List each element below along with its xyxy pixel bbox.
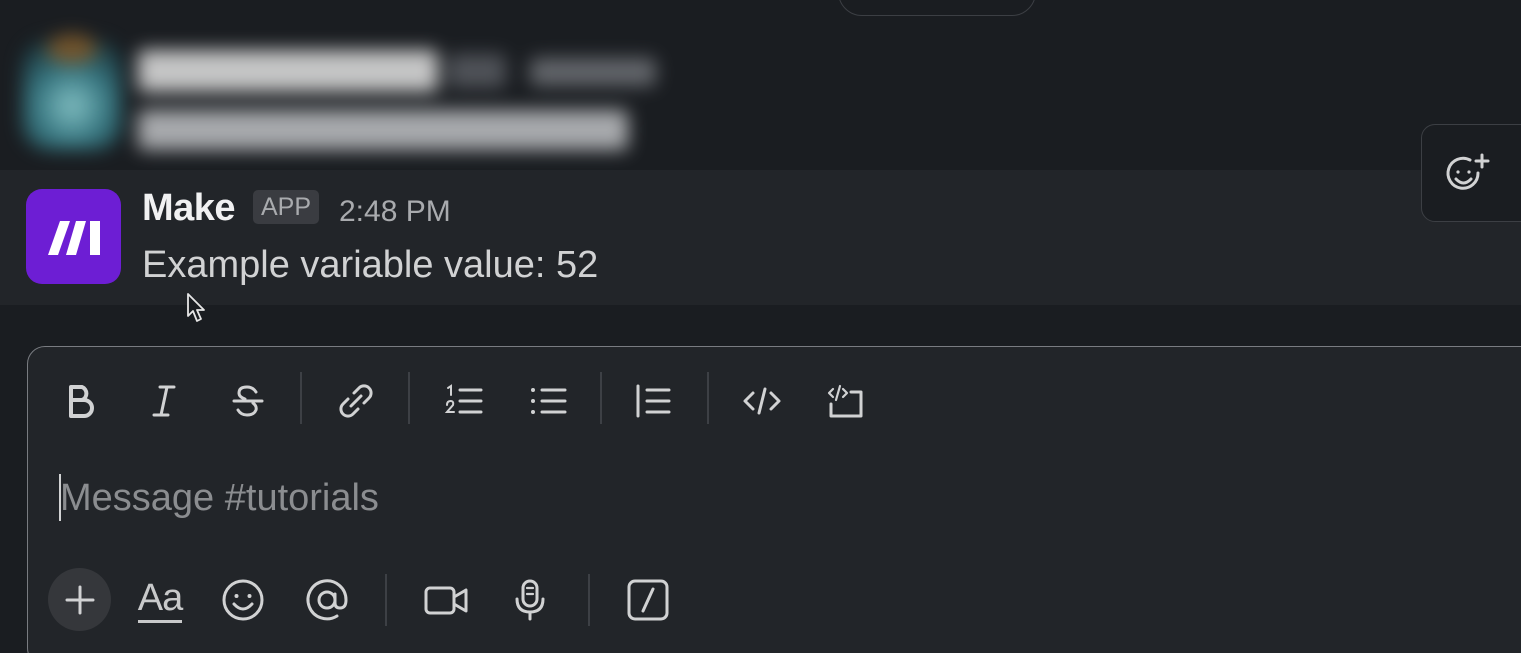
video-camera-icon [424,586,468,615]
video-clip-button[interactable] [416,570,476,630]
emoji-add-icon [1446,153,1490,190]
italic-button[interactable] [138,376,190,426]
ordered-list-icon [444,384,483,414]
blockquote-button[interactable] [627,376,679,426]
toolbar-divider [707,372,709,424]
italic-icon [152,385,176,417]
bold-icon [69,385,94,418]
toolbar-divider [385,574,387,626]
ordered-list-button[interactable] [438,376,490,426]
plus-icon [65,585,94,614]
sender-name[interactable]: Make [142,187,236,230]
blurred-badge [448,54,506,88]
code-block-icon [827,384,863,418]
code-block-button[interactable] [820,376,872,426]
message-actions-toolbar [1421,124,1521,222]
slack-channel-view: Make APP 2:48 PM Example variable value:… [0,0,1521,653]
formatting-toggle-button[interactable]: Aa [130,570,190,630]
make-logo-icon [47,220,100,255]
audio-clip-button[interactable] [500,570,560,630]
slash-icon [627,579,669,621]
microphone-icon [515,579,545,621]
mouse-cursor-icon [187,293,205,322]
message-input[interactable] [60,470,1460,526]
add-reaction-button[interactable] [1444,151,1492,199]
previous-message-blurred [0,0,720,165]
code-button[interactable] [736,376,788,426]
at-icon [306,579,348,621]
message-text: Example variable value: 52 [142,244,599,286]
app-badge: APP [253,190,320,224]
new-messages-pill[interactable] [838,0,1036,16]
blurred-sender-name [138,50,438,92]
formatting-toggle-label: Aa [137,577,183,623]
link-icon [339,384,373,418]
bold-button[interactable] [54,376,106,426]
bulleted-list-button[interactable] [522,376,574,426]
strikethrough-button[interactable] [222,376,274,426]
shortcuts-button[interactable] [618,570,678,630]
bulleted-list-icon [531,388,567,414]
mention-button[interactable] [297,570,357,630]
avatar [22,34,122,150]
toolbar-divider [300,372,302,424]
blockquote-icon [636,384,671,418]
text-caret [59,474,61,521]
toolbar-divider [588,574,590,626]
emoji-button[interactable] [213,570,273,630]
make-app-avatar[interactable] [26,189,121,284]
link-button[interactable] [330,376,382,426]
strikethrough-icon [232,385,264,417]
emoji-icon [222,579,264,621]
toolbar-divider [408,372,410,424]
code-icon [743,387,781,415]
attach-button[interactable] [48,568,111,631]
message-timestamp[interactable]: 2:48 PM [339,195,451,229]
blurred-timestamp [530,58,656,86]
blurred-message-text [138,110,628,150]
toolbar-divider [600,372,602,424]
